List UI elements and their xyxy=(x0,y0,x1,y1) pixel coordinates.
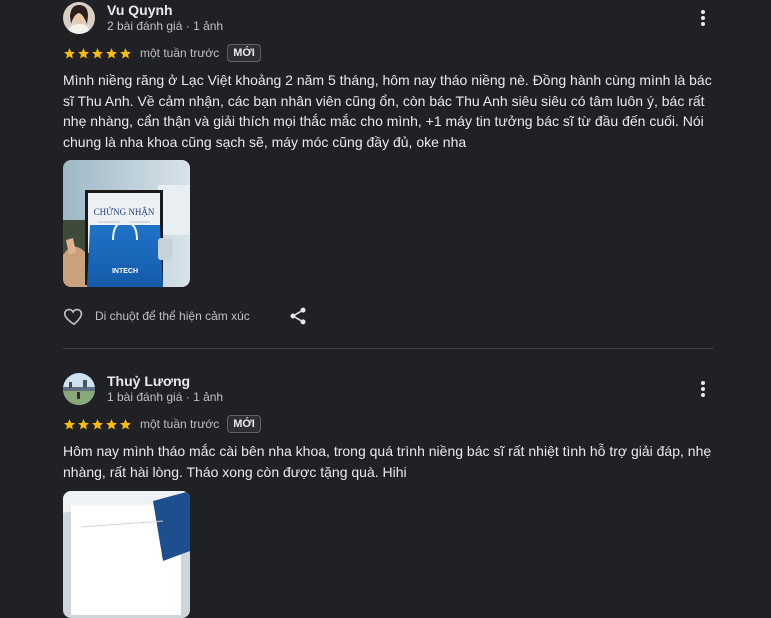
reviewer-meta: 2 bài đánh giá · 1 ảnh xyxy=(107,19,224,33)
star-icon xyxy=(120,418,131,429)
more-options-icon[interactable] xyxy=(692,7,714,29)
reviewer-avatar[interactable] xyxy=(63,373,95,405)
reviewer-name[interactable]: Thuỷ Lương xyxy=(107,373,190,389)
more-options-icon[interactable] xyxy=(692,378,714,400)
rating-row: một tuần trước MỚI xyxy=(63,413,261,435)
certificate-text: CHỨNG NHẬN xyxy=(94,207,155,217)
star-icon xyxy=(64,418,75,429)
review-actions: Di chuột để thể hiện cảm xúc xyxy=(63,304,308,328)
reviewer-avatar[interactable] xyxy=(63,2,95,34)
review-divider xyxy=(63,348,714,349)
review-time: một tuần trước xyxy=(140,46,220,60)
rating-row: một tuần trước MỚI xyxy=(63,42,261,64)
star-icon xyxy=(64,47,75,58)
review-text: Mình niềng răng ở Lạc Việt khoảng 2 năm … xyxy=(63,72,712,150)
reviewer-meta: 1 bài đánh giá · 1 ảnh xyxy=(107,390,224,404)
share-icon[interactable] xyxy=(288,306,308,326)
star-icon xyxy=(120,47,131,58)
new-badge: MỚI xyxy=(227,415,261,433)
star-icon xyxy=(92,47,103,58)
star-rating xyxy=(63,418,132,431)
reviewer-name[interactable]: Vu Quynh xyxy=(107,2,173,18)
review-text: Hôm nay mình tháo mắc cài bên nha khoa, … xyxy=(63,443,712,480)
star-icon xyxy=(78,418,89,429)
new-badge: MỚI xyxy=(227,44,261,62)
star-rating xyxy=(63,47,132,60)
review-time: một tuần trước xyxy=(140,417,220,431)
heart-icon[interactable] xyxy=(63,305,85,327)
react-hint: Di chuột để thể hiện cảm xúc xyxy=(95,309,250,323)
bag-brand-text: INTECH xyxy=(112,268,138,275)
star-icon xyxy=(92,418,103,429)
star-icon xyxy=(106,47,117,58)
review-photo[interactable] xyxy=(63,491,190,618)
review-photo[interactable]: CHỨNG NHẬN INTECH xyxy=(63,160,190,287)
star-icon xyxy=(78,47,89,58)
star-icon xyxy=(106,418,117,429)
